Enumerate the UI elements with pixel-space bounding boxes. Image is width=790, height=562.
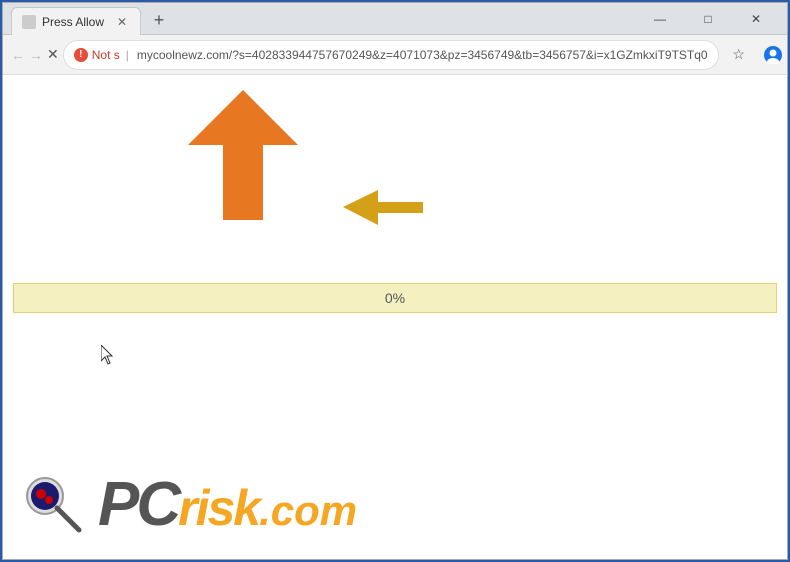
new-tab-button[interactable]: + [145,6,173,34]
pcrisk-logo-icon [23,474,83,534]
mouse-cursor [101,345,113,363]
profile-icon [764,46,782,64]
bookmark-button[interactable]: ☆ [723,39,755,71]
maximize-button[interactable]: □ [685,3,731,35]
page-content: 0% PC risk .c [3,75,787,559]
dotcom-text: .com [259,487,357,535]
back-button[interactable]: ← [11,39,25,71]
address-bar[interactable]: ! Not s | mycoolnewz.com/?s=402833944757… [63,40,719,70]
pc-text: PC [98,469,178,540]
progress-label: 0% [385,290,405,306]
titlebar: Press Allow ✕ + — □ ✕ [3,3,787,35]
security-label: Not s [92,48,120,62]
watermark: PC risk .com [3,449,787,559]
risk-text: risk [178,479,259,537]
browser-toolbar: ← → ✕ ! Not s | mycoolnewz.com/?s=402833… [3,35,787,75]
browser-window: Press Allow ✕ + — □ ✕ ← → ✕ ! Not s | my… [2,2,788,560]
security-indicator: ! Not s | [74,48,131,62]
tab-close-button[interactable]: ✕ [114,14,130,30]
profile-button[interactable] [757,39,789,71]
tab-favicon [22,15,36,29]
url-text: mycoolnewz.com/?s=402833944757670249&z=4… [137,48,708,62]
big-orange-arrow [188,90,298,220]
refresh-button[interactable]: ✕ [47,39,59,71]
tab-area: Press Allow ✕ + [11,3,637,34]
small-yellow-arrow [343,190,423,225]
close-button[interactable]: ✕ [733,3,779,35]
forward-button[interactable]: → [29,39,43,71]
progress-bar: 0% [13,283,777,313]
window-controls: — □ ✕ [637,3,779,35]
tab-title: Press Allow [42,15,104,29]
minimize-button[interactable]: — [637,3,683,35]
toolbar-actions: ☆ ⋮ [723,39,790,71]
active-tab[interactable]: Press Allow ✕ [11,7,141,35]
pcrisk-logo-text: PC risk .com [98,469,357,540]
security-warning-icon: ! [74,48,88,62]
